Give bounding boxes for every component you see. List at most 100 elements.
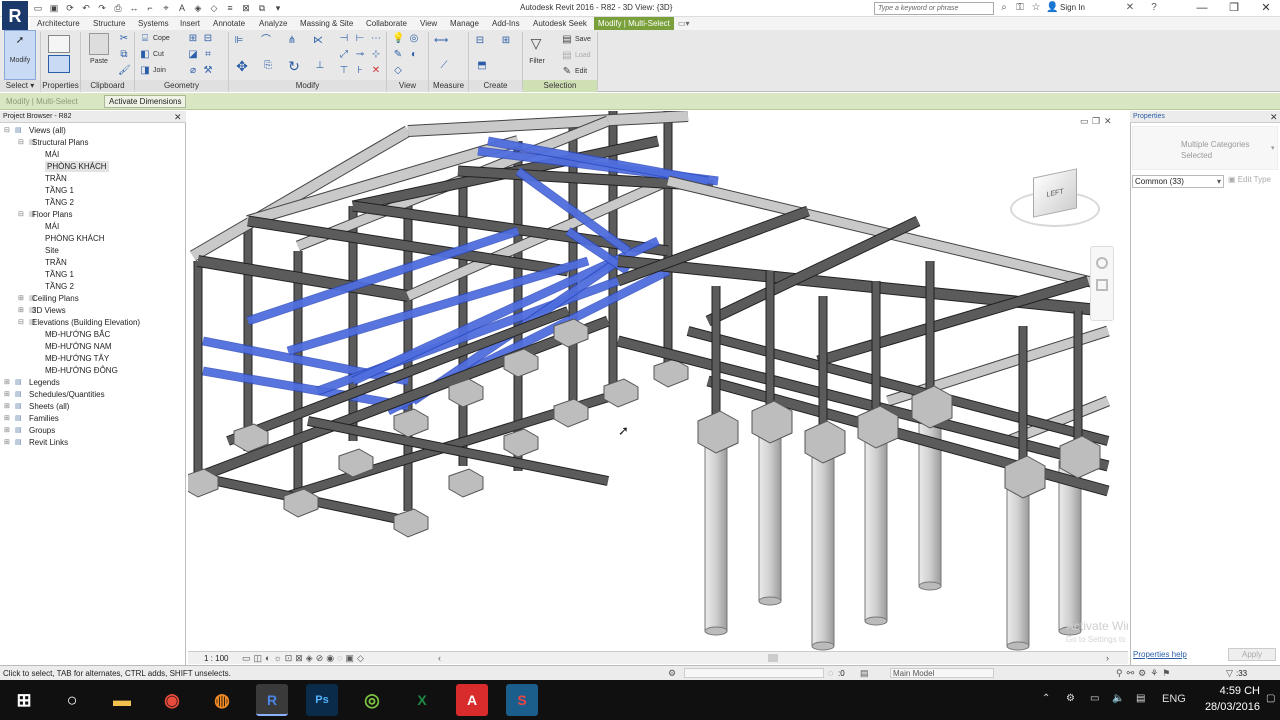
rotate-icon[interactable]: ↻	[288, 59, 300, 73]
tree-item[interactable]: MĐ-HƯỚNG ĐÔNG	[45, 365, 118, 376]
filter-icon[interactable]: ▽	[530, 36, 542, 50]
language-indicator[interactable]: ENG	[1162, 693, 1186, 705]
close-button[interactable]: ✕	[1250, 0, 1280, 16]
3d-view-icon[interactable]: ◈	[192, 3, 204, 13]
load-selection-label[interactable]: Load	[575, 52, 591, 59]
align-icon[interactable]: ⊫	[233, 35, 245, 47]
linework-icon[interactable]: ✎	[392, 49, 404, 61]
save-selection-icon[interactable]: ▤	[561, 34, 573, 46]
create-group-icon[interactable]: ⬒	[476, 60, 488, 72]
edit-selection-label[interactable]: Edit	[575, 68, 587, 75]
help-icon[interactable]: ?	[1148, 2, 1160, 14]
trim-single-icon[interactable]: ⊦	[354, 65, 366, 77]
view-control-icons[interactable]: ▭◫◐☼⊡⊠◈⊘◉◌▣◇	[242, 653, 367, 664]
hammer-icon[interactable]: ⚒	[202, 65, 214, 77]
properties-close-icon[interactable]: ✕	[1270, 112, 1278, 123]
view-minimize-icon[interactable]: ▭	[1080, 116, 1089, 127]
pin-icon[interactable]: ⊸	[354, 49, 366, 61]
join-icon[interactable]: ◨	[139, 65, 151, 77]
cut-clipboard-icon[interactable]: ✂	[118, 33, 130, 45]
tab-annotate[interactable]: Annotate	[213, 17, 245, 30]
section-icon[interactable]: ◇	[208, 3, 220, 13]
load-selection-icon[interactable]: ▤	[561, 50, 573, 62]
editable-only-icon[interactable]: ◌	[828, 668, 833, 678]
scroll-right-icon[interactable]: ›	[1106, 653, 1109, 663]
view-restore-icon[interactable]: ❐	[1092, 116, 1100, 127]
edit-selection-icon[interactable]: ✎	[561, 66, 573, 78]
tree-item[interactable]: Sheets (all)	[29, 401, 69, 412]
type-properties-button[interactable]	[46, 33, 72, 77]
tree-item[interactable]: TRẦN	[45, 257, 67, 268]
horizontal-scrollbar-thumb[interactable]	[768, 654, 778, 662]
tab-view[interactable]: View	[420, 17, 437, 30]
filter-status-icon[interactable]: ▽	[1226, 668, 1233, 679]
join-label[interactable]: Join	[153, 67, 166, 74]
tree-expander-icon[interactable]: ⊟	[18, 138, 24, 146]
tree-item[interactable]: Elevations (Building Elevation)	[32, 317, 140, 328]
tree-item[interactable]: Structural Plans	[32, 137, 88, 148]
paste-icon[interactable]	[89, 33, 109, 55]
show-hidden-icons-icon[interactable]: ⌃	[1042, 693, 1050, 704]
qat-dropdown-icon[interactable]: ▾	[272, 3, 284, 13]
clock-time[interactable]: 4:59 CH	[1206, 685, 1260, 697]
search-input[interactable]: Type a keyword or phrase	[874, 2, 994, 15]
steering-wheel-icon[interactable]	[1096, 257, 1108, 269]
tree-item[interactable]: TRẦN	[45, 173, 67, 184]
override-graphics-icon[interactable]: ◐	[408, 49, 420, 61]
tab-add-ins[interactable]: Add-Ins	[492, 17, 520, 30]
measure-icon[interactable]: ⟷	[434, 35, 448, 47]
remove-paint-icon[interactable]: ⌀	[187, 65, 199, 77]
tag-icon[interactable]: ⌖	[160, 3, 172, 13]
measure-icon[interactable]: ↔	[128, 3, 140, 13]
dimension-icon[interactable]: ⌐	[144, 3, 156, 13]
activate-dimensions-button[interactable]: Activate Dimensions	[104, 95, 187, 108]
copy-icon[interactable]: ⎘	[262, 60, 274, 72]
tab-overflow-icon[interactable]: ▭▾	[678, 17, 690, 30]
tray-app-icon[interactable]: ⚙	[1066, 693, 1075, 704]
tree-item[interactable]: TẦNG 1	[45, 269, 74, 280]
aligned-dimension-icon[interactable]: ⟋	[438, 60, 450, 72]
selection-toggle-icons[interactable]: ⚲⚯⚙⚘⚑	[1116, 668, 1174, 679]
navigation-bar[interactable]	[1090, 246, 1114, 321]
copy-clipboard-icon[interactable]: ⧉	[118, 49, 130, 61]
green-app-icon[interactable]: ◎	[356, 684, 388, 716]
split-gap-icon[interactable]: ⊢	[354, 33, 366, 45]
panel-select[interactable]: Select ▾	[0, 80, 40, 92]
tab-modify-multi-select[interactable]: Modify | Multi-Select	[594, 17, 674, 30]
properties-help-link[interactable]: Properties help	[1133, 650, 1187, 659]
tree-item[interactable]: TẦNG 2	[45, 197, 74, 208]
revit-taskbar-icon[interactable]: R	[256, 684, 288, 716]
print-icon[interactable]: ⎙	[112, 3, 124, 13]
zoom-region-icon[interactable]	[1096, 279, 1108, 291]
tab-architecture[interactable]: Architecture	[37, 17, 80, 30]
tab-collaborate[interactable]: Collaborate	[366, 17, 407, 30]
sketchup-icon[interactable]: S	[506, 684, 538, 716]
filter-label[interactable]: Filter	[524, 58, 550, 65]
tree-expander-icon[interactable]: ⊞	[4, 390, 10, 398]
tab-massing-site[interactable]: Massing & Site	[300, 17, 353, 30]
mirror-axis-icon[interactable]: ⋔	[286, 35, 298, 47]
minimize-button[interactable]: —	[1186, 0, 1218, 16]
action-center-icon[interactable]: ▢	[1266, 693, 1275, 704]
tree-item[interactable]: Site	[45, 245, 59, 256]
tree-expander-icon[interactable]: ⊞	[18, 306, 24, 314]
edit-type-button[interactable]: ▣ Edit Type	[1228, 175, 1271, 184]
tab-manage[interactable]: Manage	[450, 17, 479, 30]
switch-windows-icon[interactable]: ⧉	[256, 3, 268, 13]
network-icon[interactable]: ▭	[1090, 693, 1099, 704]
scale-icon[interactable]: ⤢	[338, 49, 350, 61]
restore-button[interactable]: ❐	[1218, 0, 1250, 16]
cope-label[interactable]: Cope	[153, 35, 170, 42]
design-options-icon[interactable]: ▤	[860, 668, 869, 679]
3d-view-canvas[interactable]: LEFT ▭ ❐ ✕ ➚ Activate Windows Go to Sett…	[188, 111, 1128, 651]
tree-item[interactable]: Floor Plans	[32, 209, 72, 220]
tree-item[interactable]: PHÒNG KHÁCH	[45, 233, 105, 244]
array-icon[interactable]: ⋯	[370, 33, 382, 45]
firefox-icon[interactable]: ◍	[206, 684, 238, 716]
tab-autodesk-seek[interactable]: Autodesk Seek	[533, 17, 587, 30]
windows-start-icon[interactable]: ⊞	[8, 684, 40, 716]
tab-analyze[interactable]: Analyze	[259, 17, 287, 30]
cut-geometry-icon[interactable]: ◧	[139, 49, 151, 61]
split-face-icon[interactable]: ⊟	[202, 33, 214, 45]
tree-expander-icon[interactable]: ⊞	[4, 378, 10, 386]
